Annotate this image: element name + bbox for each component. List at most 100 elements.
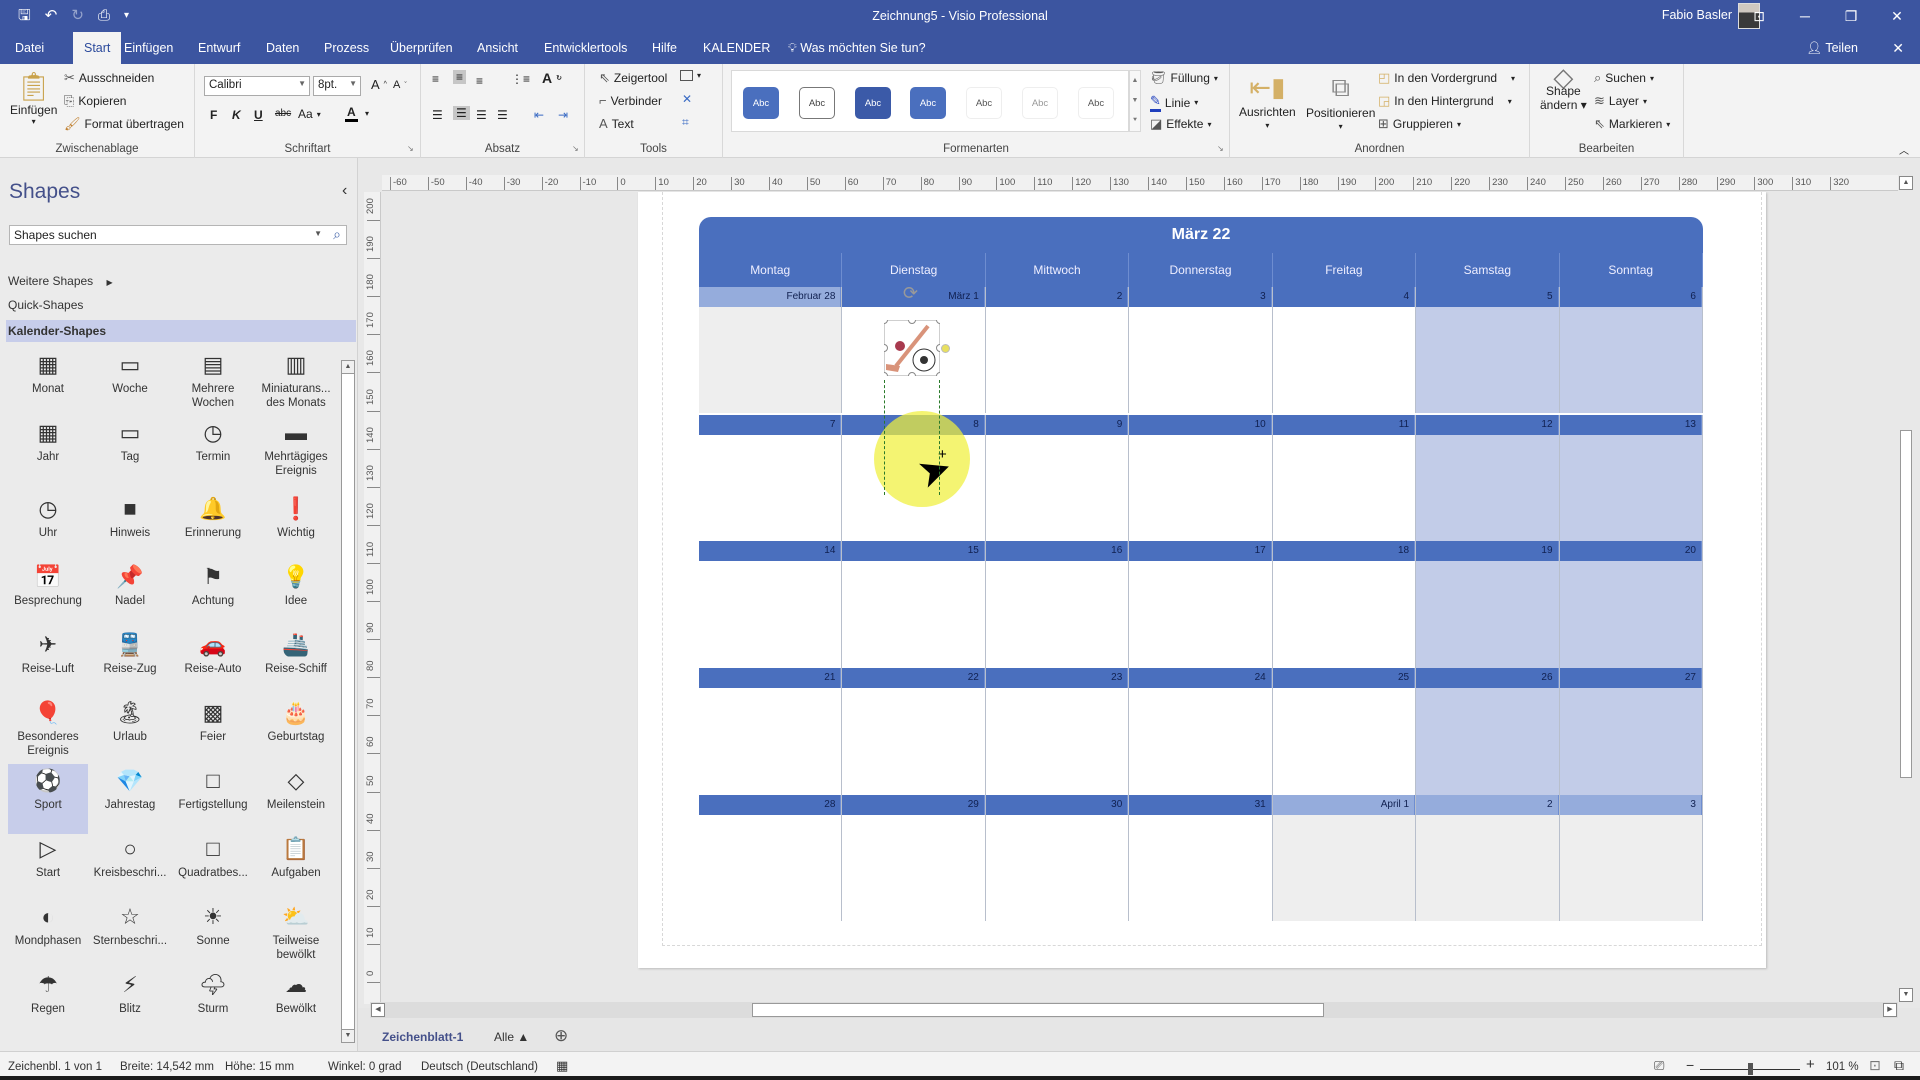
shapes-search-input[interactable]: Shapes suchen ▼ ⌕ bbox=[9, 225, 347, 245]
calendar-day-cell[interactable]: 20 bbox=[1559, 541, 1703, 668]
scroll-down-icon[interactable]: ▼ bbox=[1899, 988, 1913, 1002]
shape-item[interactable]: ▷ Start bbox=[8, 832, 88, 902]
align-middle-button[interactable]: ≡ bbox=[453, 70, 467, 84]
style-swatch[interactable]: Abc bbox=[855, 87, 891, 119]
font-size-select[interactable]: 8pt. ▼ bbox=[313, 76, 361, 96]
status-language[interactable]: Deutsch (Deutschland) bbox=[421, 1061, 538, 1073]
calendar-day-cell[interactable]: 29 bbox=[842, 795, 986, 921]
calendar-day-cell[interactable]: 14 bbox=[699, 541, 843, 668]
calendar-day-cell[interactable]: 7 bbox=[699, 415, 843, 541]
sheet-tab-zeichenblatt-1[interactable]: Zeichenblatt-1 bbox=[382, 1030, 463, 1044]
search-icon[interactable]: ⌕ bbox=[333, 226, 341, 243]
shape-item[interactable]: ○ Kreisbeschri... bbox=[90, 832, 170, 902]
shape-item[interactable]: 🔔 Erinnerung bbox=[173, 492, 253, 562]
shape-item[interactable]: ▩ Feier bbox=[173, 696, 253, 766]
fill-button[interactable]: 🪣︎ Füllung ▾ bbox=[1150, 70, 1218, 86]
horizontal-scrollbar[interactable]: ◀ ▶ bbox=[370, 1002, 1898, 1018]
shape-item[interactable]: 💡 Idee bbox=[256, 560, 336, 630]
shape-item[interactable]: ❗ Wichtig bbox=[256, 492, 336, 562]
calendar-day-cell[interactable]: 2 bbox=[1416, 795, 1560, 921]
scroll-up-icon[interactable]: ▲ bbox=[1899, 176, 1913, 190]
calendar-day-cell[interactable]: 21 bbox=[699, 668, 843, 795]
group-button[interactable]: ⊞ Gruppieren ▾ bbox=[1378, 116, 1461, 132]
layer-button[interactable]: ≋ Layer ▾ bbox=[1594, 93, 1647, 109]
calendar-day-cell[interactable]: 5 bbox=[1416, 287, 1560, 413]
shape-item[interactable]: 🚆 Reise-Zug bbox=[90, 628, 170, 698]
font-color-button[interactable]: A bbox=[345, 105, 358, 122]
select-button[interactable]: ⇖ Markieren ▾ bbox=[1594, 116, 1670, 132]
switch-windows-icon[interactable]: ⧉ bbox=[1894, 1057, 1904, 1074]
scroll-right-icon[interactable]: ▶ bbox=[1883, 1003, 1897, 1017]
calendar-day-cell[interactable]: 26 bbox=[1416, 668, 1560, 795]
collapse-ribbon-icon[interactable]: ︿ bbox=[1899, 142, 1909, 157]
underline-button[interactable]: U bbox=[254, 108, 263, 122]
change-shape-button[interactable]: ◇ Shape ändern ▾ bbox=[1540, 64, 1587, 112]
chevron-down-icon[interactable]: ▼ bbox=[314, 229, 322, 238]
calendar-day-cell[interactable]: 17 bbox=[1129, 541, 1273, 668]
tell-me-search[interactable]: 💡︎ Was möchten Sie tun? bbox=[788, 32, 926, 64]
calendar-day-cell[interactable]: April 1 bbox=[1272, 795, 1417, 921]
calendar-day-cell[interactable]: 24 bbox=[1129, 668, 1273, 795]
calendar-day-cell[interactable]: Februar 28 bbox=[699, 287, 843, 413]
calendar-day-cell[interactable]: 13 bbox=[1559, 415, 1703, 541]
shape-item[interactable]: ⛅ Teilweise bewölkt bbox=[256, 900, 336, 970]
text-tool-button[interactable]: A Text bbox=[599, 116, 634, 131]
shape-item[interactable]: 📌 Nadel bbox=[90, 560, 170, 630]
position-button[interactable]: ⧉ Positionieren ▾ bbox=[1306, 72, 1375, 131]
line-button[interactable]: ✎ Linie ▾ bbox=[1150, 93, 1198, 112]
all-sheets-button[interactable]: Alle ▲ bbox=[494, 1030, 529, 1044]
calendar-day-cell[interactable]: 18 bbox=[1272, 541, 1417, 668]
shape-item[interactable]: ▭ Woche bbox=[90, 348, 170, 418]
tab-entwicklertools[interactable]: Entwicklertools bbox=[533, 32, 638, 64]
minimize-icon[interactable]: ─ bbox=[1782, 0, 1828, 32]
control-handle[interactable] bbox=[941, 344, 950, 353]
stencil-kalender-shapes[interactable]: Kalender-Shapes bbox=[6, 320, 356, 342]
calendar-day-cell[interactable]: 19 bbox=[1416, 541, 1560, 668]
status-page[interactable]: Zeichenbl. 1 von 1 bbox=[8, 1061, 102, 1073]
find-button[interactable]: ⌕ Suchen ▾ bbox=[1594, 70, 1654, 86]
delete-connector-icon[interactable]: ✕ bbox=[682, 92, 692, 106]
vertical-scrollbar[interactable]: ▲ ▼ bbox=[1898, 175, 1914, 1003]
align-center-button[interactable]: ☰ bbox=[453, 106, 470, 120]
shape-item[interactable]: ◇ Meilenstein bbox=[256, 764, 336, 834]
restore-icon[interactable]: ❐ bbox=[1828, 0, 1874, 32]
align-button[interactable]: ⇤▮ Ausrichten ▾ bbox=[1239, 72, 1296, 130]
calendar-day-cell[interactable]: 3 bbox=[1559, 795, 1703, 921]
quick-shapes-link[interactable]: Quick-Shapes bbox=[8, 298, 83, 312]
dialog-launcher-icon[interactable]: ↘ bbox=[407, 144, 414, 153]
presentation-mode-icon[interactable]: ⎚ bbox=[1654, 1058, 1664, 1074]
dialog-launcher-icon[interactable]: ↘ bbox=[572, 144, 579, 153]
close-document-icon[interactable]: ✕ bbox=[1892, 32, 1904, 64]
shape-item[interactable]: ▥ Miniaturans... des Monats bbox=[256, 348, 336, 418]
effects-button[interactable]: ◪ Effekte ▾ bbox=[1150, 116, 1211, 132]
add-sheet-icon[interactable]: ⊕ bbox=[554, 1026, 568, 1046]
ribbon-display-icon[interactable]: ⊡ bbox=[1736, 0, 1782, 32]
calendar-day-cell[interactable]: 11 bbox=[1272, 415, 1417, 541]
tab-datei[interactable]: Datei bbox=[4, 32, 55, 64]
calendar-day-cell[interactable]: 12 bbox=[1416, 415, 1560, 541]
calendar-day-cell[interactable]: 15 bbox=[842, 541, 986, 668]
horizontal-scroll-thumb[interactable] bbox=[752, 1003, 1324, 1017]
tab-kalender[interactable]: KALENDER bbox=[692, 32, 781, 64]
rotate-handle-icon[interactable]: ⟳ bbox=[903, 283, 918, 304]
calendar-day-cell[interactable]: 30 bbox=[985, 795, 1130, 921]
shape-item[interactable]: □ Quadratbes... bbox=[173, 832, 253, 902]
close-icon[interactable]: ✕ bbox=[1874, 0, 1920, 32]
justify-button[interactable]: ☰ bbox=[497, 108, 508, 122]
style-swatch[interactable]: Abc bbox=[799, 87, 835, 119]
sport-shape[interactable] bbox=[884, 320, 940, 376]
shape-item[interactable]: 💎 Jahrestag bbox=[90, 764, 170, 834]
gallery-scroll[interactable]: ▲ ▼ ⯆ bbox=[1129, 70, 1141, 132]
calendar-day-cell[interactable]: 2 bbox=[985, 287, 1130, 413]
tab-prozess[interactable]: Prozess bbox=[313, 32, 380, 64]
shape-item[interactable]: 📅 Besprechung bbox=[8, 560, 88, 630]
style-swatch[interactable]: Abc bbox=[966, 87, 1002, 119]
calendar-day-cell[interactable]: 25 bbox=[1272, 668, 1417, 795]
tab-entwurf[interactable]: Entwurf bbox=[187, 32, 251, 64]
font-family-select[interactable]: Calibri ▼ bbox=[204, 76, 310, 96]
zoom-out-icon[interactable]: − bbox=[1686, 1057, 1694, 1073]
dialog-launcher-icon[interactable]: ↘ bbox=[1217, 144, 1224, 153]
shape-item[interactable]: ▭ Tag bbox=[90, 416, 170, 486]
scroll-left-icon[interactable]: ◀ bbox=[371, 1003, 385, 1017]
calendar-day-cell[interactable]: 16 bbox=[985, 541, 1130, 668]
